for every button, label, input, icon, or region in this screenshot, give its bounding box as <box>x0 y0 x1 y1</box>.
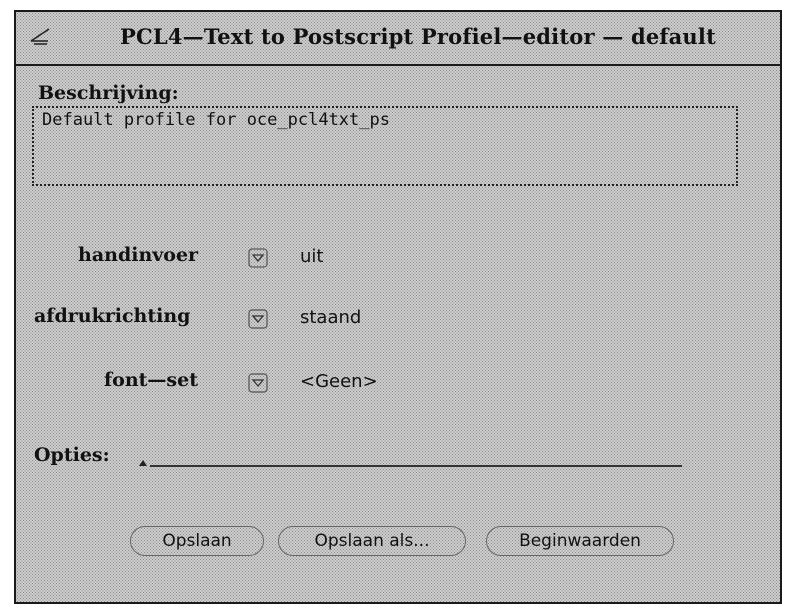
handinvoer-label: handinvoer <box>78 244 199 266</box>
description-label: Beschrijving: <box>38 82 179 104</box>
afdrukrichting-label: afdrukrichting <box>34 305 191 327</box>
menu-button-icon <box>248 373 268 393</box>
afdrukrichting-menu-button[interactable] <box>248 309 268 329</box>
font-set-menu-button[interactable] <box>248 373 268 393</box>
defaults-button[interactable]: Beginwaarden <box>486 526 674 556</box>
title-bar[interactable]: PCL4—Text to Postscript Profiel—editor —… <box>16 12 780 66</box>
options-input[interactable] <box>150 465 682 467</box>
window-menu-icon[interactable] <box>28 26 52 46</box>
description-textarea[interactable]: Default profile for oce_pcl4txt_ps <box>32 106 738 186</box>
save-button[interactable]: Opslaan <box>130 526 264 556</box>
profile-editor-window: PCL4—Text to Postscript Profiel—editor —… <box>14 10 782 604</box>
font-set-value: <Geen> <box>300 371 378 392</box>
description-text: Default profile for oce_pcl4txt_ps <box>42 110 390 130</box>
handinvoer-value: uit <box>300 246 324 267</box>
menu-button-icon <box>248 309 268 329</box>
font-set-label: font—set <box>104 369 198 391</box>
save-as-button[interactable]: Opslaan als... <box>278 526 466 556</box>
text-caret-icon <box>139 460 147 466</box>
afdrukrichting-value: staand <box>300 307 362 328</box>
options-label: Opties: <box>34 444 110 466</box>
menu-button-icon <box>248 248 268 268</box>
handinvoer-menu-button[interactable] <box>248 248 268 268</box>
window-title: PCL4—Text to Postscript Profiel—editor —… <box>120 24 716 49</box>
